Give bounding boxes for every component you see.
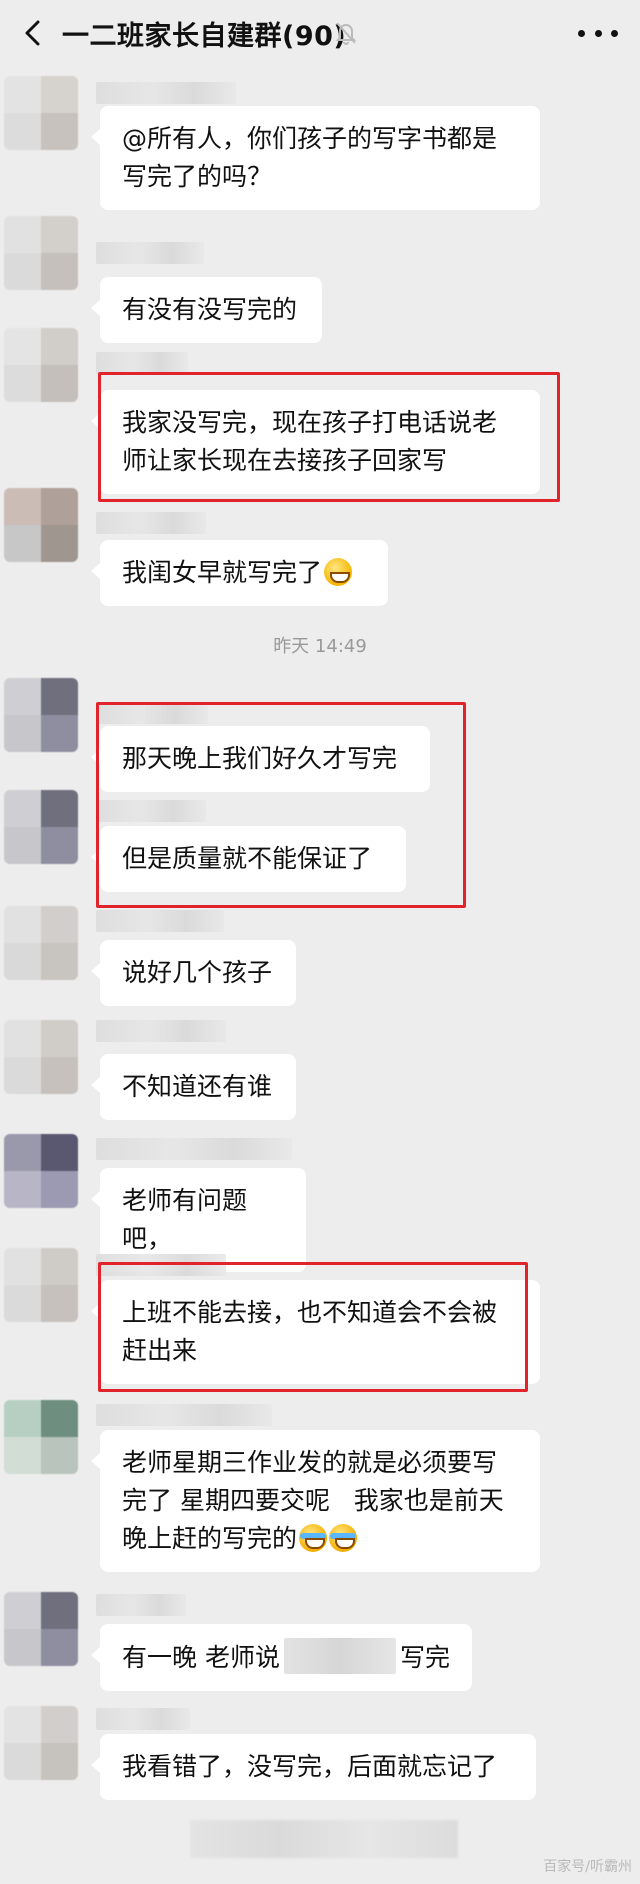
avatar[interactable] (4, 678, 78, 752)
sender-name-blurred (96, 910, 224, 932)
avatar[interactable] (4, 790, 78, 864)
sender-name-blurred (96, 1020, 226, 1042)
sender-name-blurred (96, 1404, 272, 1426)
message-bubble[interactable]: 我看错了，没写完，后面就忘记了 (91, 1734, 536, 1800)
grinning-emoji-icon (324, 558, 353, 586)
message-bubble[interactable]: 老师星期三作业发的就是必须要写 完了 星期四要交呢 我家也是前天 晚上赶的写完的 (91, 1430, 540, 1572)
highlight-box (98, 372, 560, 502)
chat-header: 一二班家长自建群(90) (0, 0, 640, 66)
avatar[interactable] (4, 1134, 78, 1208)
sender-name-blurred (96, 1594, 186, 1616)
avatar[interactable] (4, 1592, 78, 1666)
avatar[interactable] (4, 1248, 78, 1322)
avatar[interactable] (4, 1020, 78, 1094)
highlight-box (98, 1262, 528, 1392)
message-text: 我闺女早就写完了 (122, 558, 323, 587)
message-text: 有一晚 老师说 (122, 1643, 280, 1672)
crying-laughing-emoji-icon (299, 1524, 328, 1552)
blurred-system-notice (190, 1820, 458, 1858)
sender-name-blurred (96, 82, 236, 104)
message-bubble[interactable]: 我闺女早就写完了 (91, 540, 388, 606)
chat-title: 一二班家长自建群(90) (62, 21, 347, 52)
message-bubble[interactable]: @所有人，你们孩子的写字书都是 写完了的吗？ (91, 106, 540, 210)
highlight-box (96, 702, 466, 908)
watermark: 百家号/听霸州 (543, 1859, 632, 1875)
avatar[interactable] (4, 328, 78, 402)
sender-name-blurred (96, 1138, 292, 1160)
message-bubble[interactable]: 说好几个孩子 (91, 940, 296, 1006)
avatar[interactable] (4, 76, 78, 150)
message-text: 写完 (399, 1643, 450, 1672)
avatar[interactable] (4, 906, 78, 980)
sender-name-blurred (96, 352, 188, 374)
avatar[interactable] (4, 488, 78, 562)
sender-name-blurred (96, 512, 206, 534)
crying-laughing-emoji-icon (329, 1524, 358, 1552)
bell-muted-icon (334, 20, 360, 46)
avatar[interactable] (4, 1706, 78, 1780)
sender-name-blurred (96, 242, 204, 264)
sender-name-blurred (96, 1708, 190, 1730)
redacted-text (283, 1638, 396, 1674)
message-bubble[interactable]: 有没有没写完的 (91, 277, 322, 343)
avatar[interactable] (4, 216, 78, 290)
more-dots-icon[interactable] (578, 20, 618, 46)
avatar[interactable] (4, 1400, 78, 1474)
message-bubble[interactable]: 有一晚 老师说 写完 (91, 1624, 472, 1691)
message-bubble[interactable]: 不知道还有谁 (91, 1054, 296, 1120)
timestamp: 昨天 14:49 (273, 636, 367, 657)
back-chevron-icon[interactable] (20, 20, 46, 46)
